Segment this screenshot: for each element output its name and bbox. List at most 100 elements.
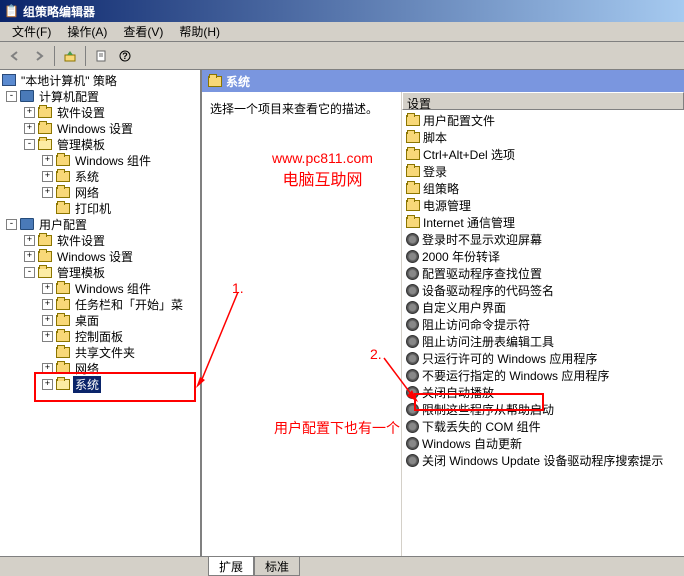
list-item[interactable]: Internet 通信管理 — [404, 214, 682, 231]
list-item-label: 登录时不显示欢迎屏幕 — [422, 231, 542, 248]
up-button[interactable] — [59, 45, 81, 67]
folder-icon — [56, 299, 70, 310]
list-item[interactable]: Windows 自动更新 — [404, 435, 682, 452]
tree-item[interactable]: -管理模板 — [24, 136, 198, 152]
folder-icon — [38, 251, 52, 262]
folder-icon — [208, 76, 222, 87]
list-item[interactable]: 组策略 — [404, 180, 682, 197]
setting-icon — [406, 403, 419, 416]
tab-standard[interactable]: 标准 — [254, 557, 300, 576]
toolbar-sep — [54, 46, 55, 66]
list-item[interactable]: Ctrl+Alt+Del 选项 — [404, 146, 682, 163]
folder-icon — [38, 123, 52, 134]
expand-icon[interactable]: + — [24, 123, 35, 134]
collapse-icon[interactable]: - — [6, 219, 17, 230]
setting-icon — [406, 420, 419, 433]
menu-view[interactable]: 查看(V) — [115, 21, 171, 42]
tree-item[interactable]: +网络 — [42, 184, 198, 200]
tree-root[interactable]: "本地计算机" 策略 — [2, 72, 198, 88]
list-item[interactable]: 电源管理 — [404, 197, 682, 214]
expand-icon[interactable]: + — [42, 187, 53, 198]
list-item[interactable]: 登录时不显示欢迎屏幕 — [404, 231, 682, 248]
column-header[interactable]: 设置 — [402, 92, 684, 110]
expand-icon[interactable]: + — [42, 155, 53, 166]
forward-button[interactable] — [28, 45, 50, 67]
list-item[interactable]: 关闭自动播放 — [404, 384, 682, 401]
tree-item[interactable]: +桌面 — [42, 312, 198, 328]
help-button[interactable]: ? — [114, 45, 136, 67]
settings-list: 设置 用户配置文件脚本Ctrl+Alt+Del 选项登录组策略电源管理Inter… — [402, 92, 684, 556]
tab-extended[interactable]: 扩展 — [208, 557, 254, 576]
collapse-icon[interactable]: - — [6, 91, 17, 102]
tree-pane: "本地计算机" 策略 - 计算机配置 +软件设置 +Windows 设置 — [0, 70, 202, 556]
list-item-label: 设备驱动程序的代码签名 — [422, 282, 554, 299]
tree-system-selected[interactable]: +系统 — [42, 376, 198, 392]
tree-item[interactable]: +任务栏和「开始」菜 — [42, 296, 198, 312]
list-item-label: 用户配置文件 — [423, 112, 495, 129]
tree-item[interactable]: +控制面板 — [42, 328, 198, 344]
list-item[interactable]: 登录 — [404, 163, 682, 180]
tree-item[interactable]: +Windows 组件 — [42, 152, 198, 168]
list-item[interactable]: 脚本 — [404, 129, 682, 146]
tree-user-config[interactable]: - 用户配置 — [6, 216, 198, 232]
collapse-icon[interactable]: - — [24, 267, 35, 278]
tree-item[interactable]: +软件设置 — [24, 232, 198, 248]
list-item-label: 自定义用户界面 — [422, 299, 506, 316]
list-item[interactable]: 下载丢失的 COM 组件 — [404, 418, 682, 435]
list-item[interactable]: 只运行许可的 Windows 应用程序 — [404, 350, 682, 367]
folder-icon — [38, 267, 52, 278]
tree-item[interactable]: -管理模板 — [24, 264, 198, 280]
tree-label: 计算机配置 — [37, 88, 101, 105]
folder-icon — [56, 187, 70, 198]
list-item[interactable]: 阻止访问命令提示符 — [404, 316, 682, 333]
collapse-icon[interactable]: - — [24, 139, 35, 150]
tree-item[interactable]: 打印机 — [42, 200, 198, 216]
menu-file[interactable]: 文件(F) — [4, 21, 59, 42]
folder-icon — [38, 139, 52, 150]
folder-icon — [56, 315, 70, 326]
list-item-label: 2000 年份转译 — [422, 248, 500, 265]
description-column: 选择一个项目来查看它的描述。 — [202, 92, 402, 556]
expand-icon[interactable]: + — [42, 171, 53, 182]
list-item[interactable]: 限制这些程序从帮助启动 — [404, 401, 682, 418]
window-title: 组策略编辑器 — [23, 3, 680, 20]
list-item-label: 阻止访问命令提示符 — [422, 316, 530, 333]
expand-icon[interactable]: + — [42, 331, 53, 342]
tree-computer-config[interactable]: - 计算机配置 — [6, 88, 198, 104]
tree-item[interactable]: +Windows 设置 — [24, 120, 198, 136]
setting-icon — [406, 454, 419, 467]
expand-icon[interactable]: + — [42, 363, 53, 374]
tree-item[interactable]: +软件设置 — [24, 104, 198, 120]
prop-button[interactable] — [90, 45, 112, 67]
list-item[interactable]: 不要运行指定的 Windows 应用程序 — [404, 367, 682, 384]
expand-icon[interactable]: + — [42, 283, 53, 294]
tree-label: "本地计算机" 策略 — [19, 72, 119, 89]
menu-action[interactable]: 操作(A) — [59, 21, 115, 42]
list-item[interactable]: 阻止访问注册表编辑工具 — [404, 333, 682, 350]
setting-icon — [406, 318, 419, 331]
list-item-label: 登录 — [423, 163, 447, 180]
tree-item[interactable]: +网络 — [42, 360, 198, 376]
list-item-label: 阻止访问注册表编辑工具 — [422, 333, 554, 350]
list-item[interactable]: 用户配置文件 — [404, 112, 682, 129]
list-item[interactable]: 配置驱动程序查找位置 — [404, 265, 682, 282]
tree-item[interactable]: +Windows 设置 — [24, 248, 198, 264]
list-item-label: 只运行许可的 Windows 应用程序 — [422, 350, 597, 367]
tree-item[interactable]: +Windows 组件 — [42, 280, 198, 296]
expand-icon[interactable]: + — [42, 299, 53, 310]
tree-item[interactable]: +系统 — [42, 168, 198, 184]
menu-help[interactable]: 帮助(H) — [171, 21, 228, 42]
back-button[interactable] — [4, 45, 26, 67]
list-item[interactable]: 2000 年份转译 — [404, 248, 682, 265]
expand-icon[interactable]: + — [42, 315, 53, 326]
list-item[interactable]: 设备驱动程序的代码签名 — [404, 282, 682, 299]
expand-icon[interactable]: + — [24, 107, 35, 118]
list-item[interactable]: 自定义用户界面 — [404, 299, 682, 316]
expand-icon[interactable]: + — [24, 235, 35, 246]
list-item[interactable]: 关闭 Windows Update 设备驱动程序搜索提示 — [404, 452, 682, 469]
expand-icon[interactable]: + — [24, 251, 35, 262]
setting-icon — [406, 267, 419, 280]
expand-icon[interactable]: + — [42, 379, 53, 390]
folder-icon — [56, 331, 70, 342]
tree-item[interactable]: 共享文件夹 — [42, 344, 198, 360]
